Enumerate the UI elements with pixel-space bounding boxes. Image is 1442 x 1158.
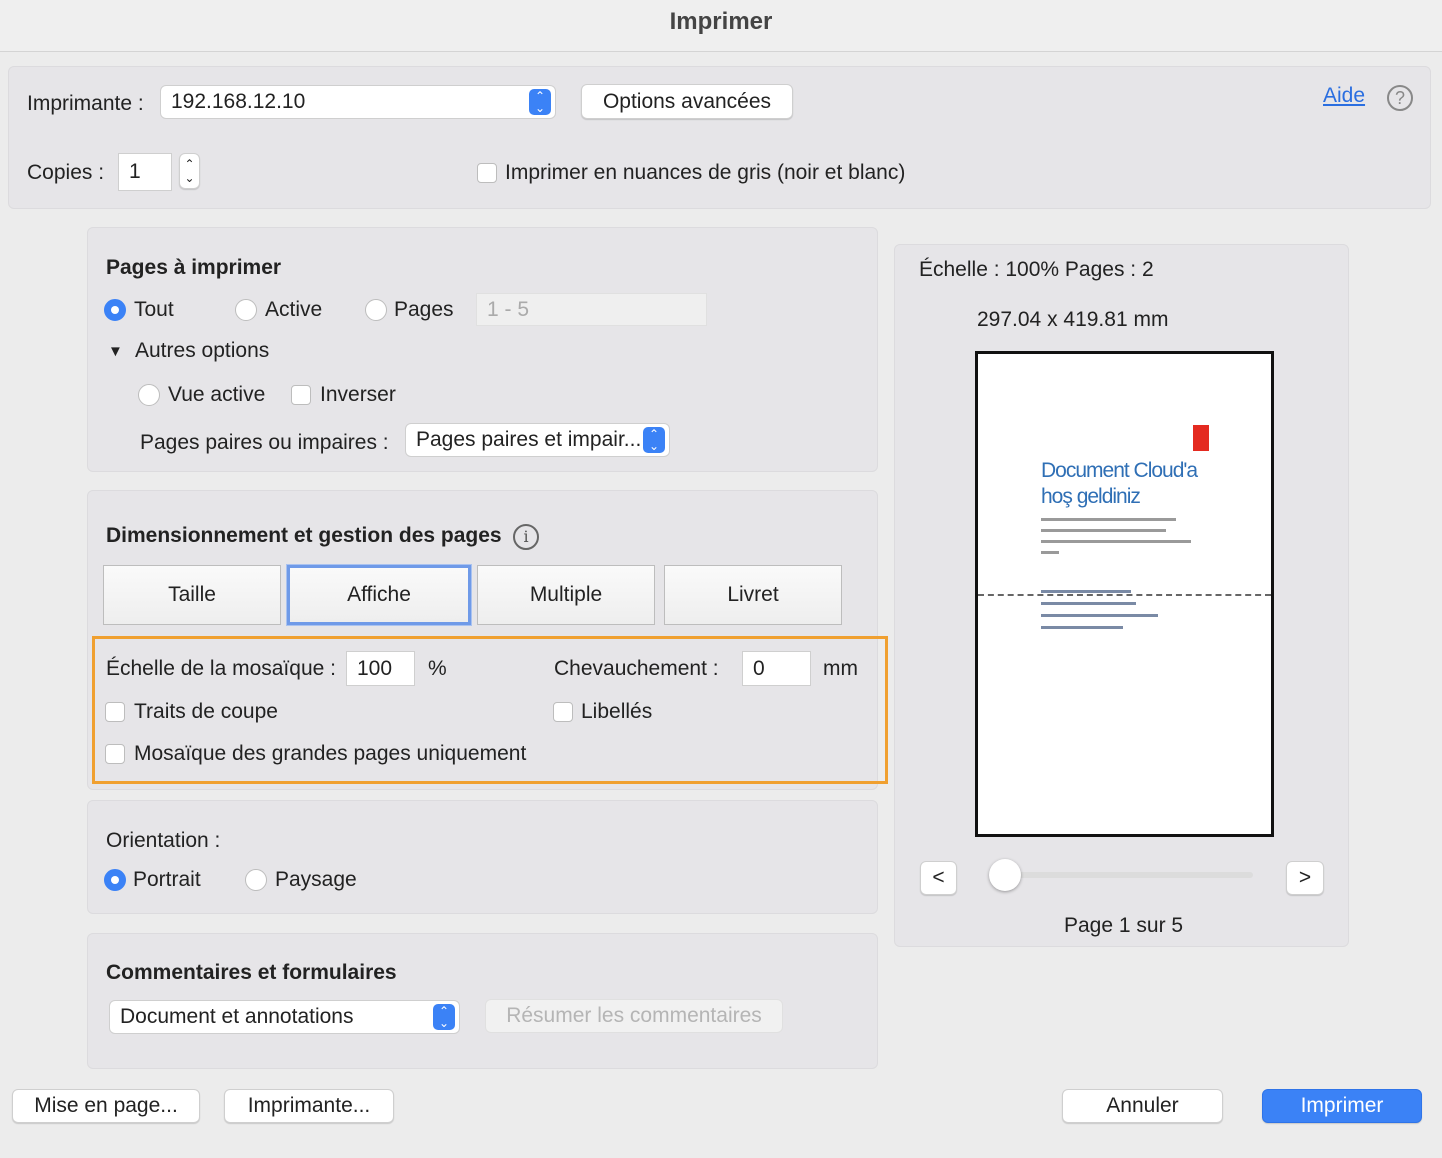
help-icon[interactable]: ?: [1387, 85, 1413, 111]
printer-label: Imprimante :: [27, 92, 144, 115]
tile-large-only-label: Mosaïque des grandes pages uniquement: [134, 742, 527, 765]
dialog-title: Imprimer: [0, 0, 1442, 52]
portrait-label: Portrait: [133, 868, 201, 891]
select-arrows-icon: ⌃ ⌄: [529, 89, 551, 115]
orientation-title: Orientation :: [106, 829, 221, 852]
tab-affiche[interactable]: Affiche: [287, 565, 471, 625]
odd-even-value: Pages paires et impair...: [416, 428, 642, 451]
grayscale-label: Imprimer en nuances de gris (noir et bla…: [505, 161, 906, 184]
doc-list-line: [1041, 602, 1136, 605]
summarize-comments-button: Résumer les commentaires: [485, 999, 783, 1033]
printer-select[interactable]: 192.168.12.10 ⌃ ⌄: [160, 85, 556, 119]
radio-active-view[interactable]: [138, 384, 160, 406]
odd-even-label: Pages paires ou impaires :: [140, 431, 389, 454]
printer-value: 192.168.12.10: [171, 90, 306, 113]
preview-dimensions: 297.04 x 419.81 mm: [977, 308, 1169, 331]
radio-portrait[interactable]: [104, 869, 126, 891]
print-button[interactable]: Imprimer: [1262, 1089, 1422, 1123]
comments-title: Commentaires et formulaires: [106, 961, 397, 984]
labels-checkbox[interactable]: [553, 702, 573, 722]
cancel-button[interactable]: Annuler: [1062, 1089, 1223, 1123]
reverse-checkbox[interactable]: [291, 385, 311, 405]
tab-multiple[interactable]: Multiple: [477, 565, 655, 625]
page-slider-track[interactable]: [1005, 872, 1253, 878]
doc-text-line: [1041, 518, 1176, 521]
next-page-button[interactable]: >: [1286, 861, 1324, 895]
tile-large-only-checkbox[interactable]: [105, 744, 125, 764]
overlap-input[interactable]: 0: [742, 651, 811, 686]
select-arrows-icon: ⌃ ⌄: [433, 1004, 455, 1030]
radio-landscape[interactable]: [245, 869, 267, 891]
radio-pages[interactable]: [365, 299, 387, 321]
advanced-options-button[interactable]: Options avancées: [581, 84, 793, 119]
grayscale-checkbox[interactable]: [477, 163, 497, 183]
radio-all-label: Tout: [134, 298, 174, 321]
adobe-logo-icon: [1193, 425, 1209, 451]
landscape-label: Paysage: [275, 868, 357, 891]
radio-active[interactable]: [235, 299, 257, 321]
tab-livret[interactable]: Livret: [664, 565, 842, 625]
tab-taille[interactable]: Taille: [103, 565, 281, 625]
overlap-label: Chevauchement :: [554, 657, 719, 680]
page-range-input[interactable]: 1 - 5: [476, 293, 707, 326]
select-arrows-icon: ⌃ ⌄: [643, 427, 665, 453]
doc-list-line: [1041, 614, 1158, 617]
printer-setup-button[interactable]: Imprimante...: [224, 1089, 394, 1123]
reverse-label: Inverser: [320, 383, 396, 406]
copies-label: Copies :: [27, 161, 105, 184]
more-options-label[interactable]: Autres options: [135, 339, 269, 363]
page-indicator: Page 1 sur 5: [1064, 914, 1184, 937]
orientation-panel: [87, 800, 878, 914]
copies-input[interactable]: 1: [118, 153, 172, 191]
active-view-label: Vue active: [168, 383, 266, 406]
page-preview: Document Cloud'a hoş geldiniz: [975, 351, 1274, 837]
doc-text-line: [1041, 540, 1191, 543]
labels-label: Libellés: [581, 700, 653, 723]
comments-select-value: Document et annotations: [120, 1005, 354, 1028]
page-slider-thumb[interactable]: [989, 859, 1021, 891]
percent-label: %: [428, 657, 447, 680]
doc-list-line: [1041, 590, 1131, 593]
radio-active-label: Active: [265, 298, 323, 321]
page-setup-button[interactable]: Mise en page...: [12, 1089, 200, 1123]
info-icon[interactable]: i: [513, 524, 539, 550]
sizing-title: Dimensionnement et gestion des pages: [106, 524, 502, 547]
doc-text-line: [1041, 551, 1059, 554]
copies-stepper[interactable]: ⌃ ⌄: [179, 153, 200, 189]
cut-marks-checkbox[interactable]: [105, 702, 125, 722]
cut-marks-label: Traits de coupe: [134, 700, 278, 723]
comments-select[interactable]: Document et annotations ⌃ ⌄: [109, 1000, 460, 1034]
radio-pages-label: Pages: [394, 298, 454, 321]
tile-scale-label: Échelle de la mosaïque :: [106, 657, 336, 680]
disclosure-triangle-icon[interactable]: ▼: [108, 343, 123, 360]
help-link[interactable]: Aide: [1323, 84, 1365, 108]
doc-list-line: [1041, 626, 1123, 629]
pages-title: Pages à imprimer: [106, 256, 282, 279]
prev-page-button[interactable]: <: [920, 861, 957, 895]
doc-heading-1: Document Cloud'a: [1041, 459, 1198, 482]
tile-cut-line: [978, 594, 1271, 596]
preview-scale-text: Échelle : 100% Pages : 2: [919, 258, 1154, 281]
tile-scale-input[interactable]: 100: [346, 651, 415, 686]
overlap-unit: mm: [823, 657, 858, 680]
odd-even-select[interactable]: Pages paires et impair... ⌃ ⌄: [405, 423, 670, 457]
doc-heading-2: hoş geldiniz: [1041, 485, 1141, 508]
doc-text-line: [1041, 529, 1166, 532]
radio-all[interactable]: [104, 299, 126, 321]
